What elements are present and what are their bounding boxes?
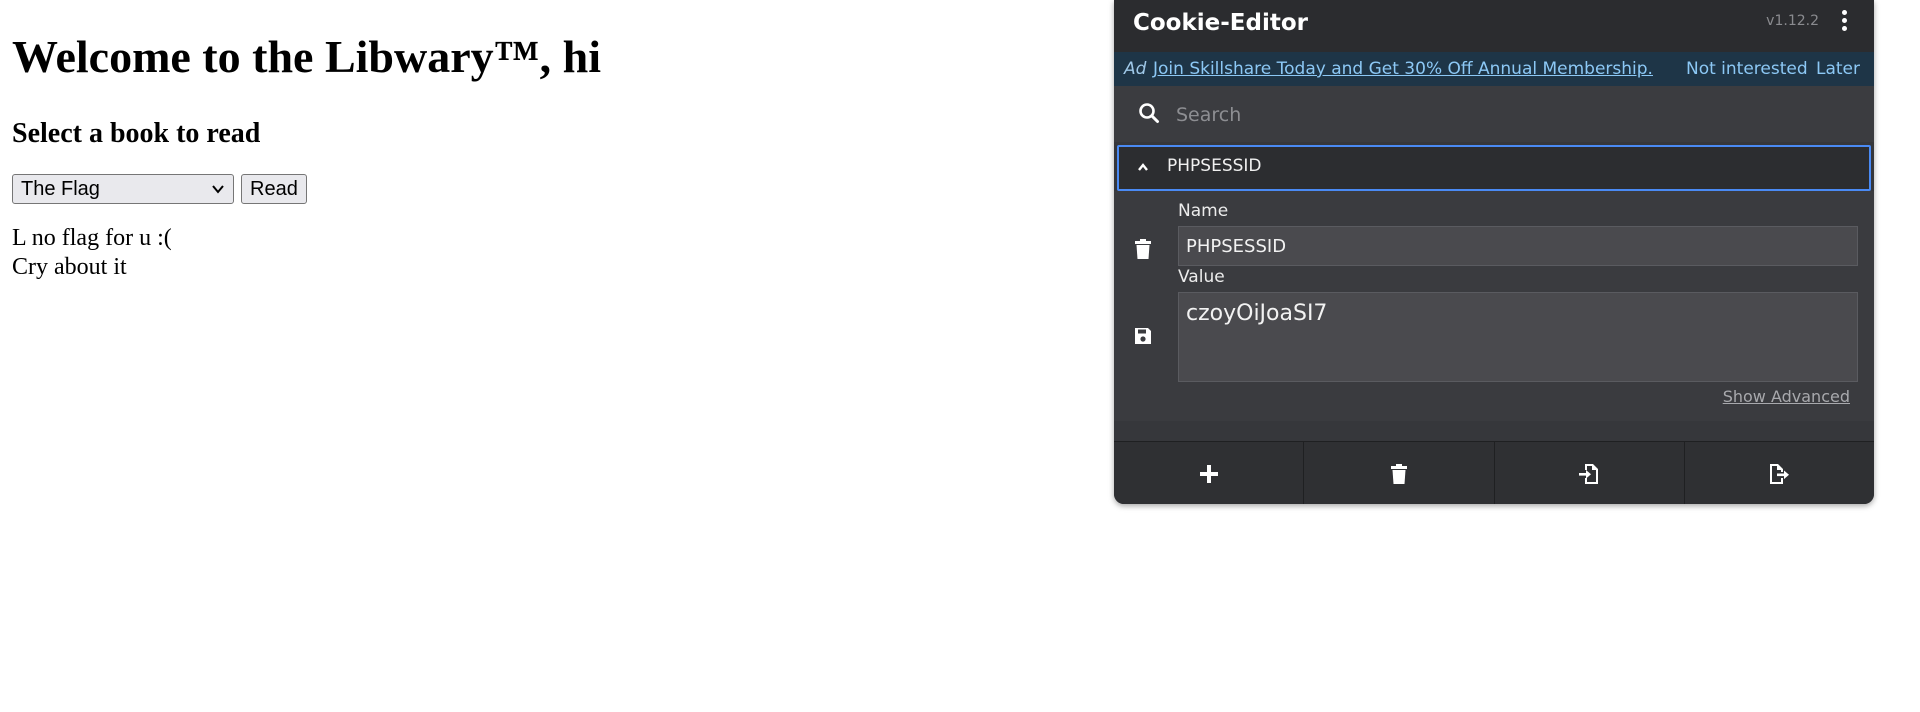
library-page: Welcome to the Libwary™, hi Select a boo… [12, 0, 1012, 282]
action-bar [1114, 441, 1874, 504]
cookie-editor-title: Cookie-Editor [1133, 10, 1309, 36]
ad-banner: Ad Join Skillshare Today and Get 30% Off… [1114, 52, 1874, 86]
page-subtitle: Select a book to read [12, 118, 261, 149]
cookie-name-field[interactable]: PHPSESSID [1178, 226, 1858, 266]
chevron-down-icon [212, 185, 224, 194]
value-label: Value [1178, 267, 1225, 287]
delete-all-icon [1390, 463, 1407, 484]
later-button[interactable]: Later [1816, 59, 1860, 79]
search-icon [1139, 103, 1159, 123]
delete-all-button[interactable] [1304, 442, 1495, 504]
cookie-details: Name PHPSESSID Value czoyOiJoaSI7 Show A… [1114, 191, 1874, 421]
import-icon [1579, 463, 1599, 484]
name-label: Name [1178, 201, 1229, 221]
add-icon [1199, 464, 1218, 483]
export-button[interactable] [1685, 442, 1874, 504]
cookie-header-phpsessid[interactable]: PHPSESSID [1117, 145, 1871, 191]
read-button[interactable]: Read [241, 174, 307, 204]
cookie-editor-panel: Cookie-Editor v1.12.2 Ad Join Skillshare… [1114, 0, 1874, 504]
trash-icon[interactable] [1132, 238, 1154, 260]
show-advanced-link[interactable]: Show Advanced [1723, 387, 1850, 406]
cookie-editor-header: Cookie-Editor v1.12.2 [1114, 0, 1874, 52]
export-icon [1770, 463, 1790, 484]
result-message: L no flag for u :( Cry about it [12, 224, 1012, 282]
import-button[interactable] [1495, 442, 1685, 504]
search-input[interactable] [1174, 98, 1858, 132]
save-icon[interactable] [1132, 325, 1154, 347]
search-bar [1114, 86, 1874, 142]
not-interested-button[interactable]: Not interested [1686, 59, 1808, 79]
book-select[interactable]: The Flag [12, 174, 234, 204]
ad-tag: Ad [1124, 59, 1147, 79]
message-line-2: Cry about it [12, 254, 127, 280]
cookie-header-name: PHPSESSID [1167, 156, 1262, 176]
book-select-value: The Flag [21, 177, 100, 200]
version-label: v1.12.2 [1766, 13, 1819, 29]
book-form: The Flag Read [12, 174, 1012, 204]
more-options-icon[interactable] [1842, 10, 1848, 34]
chevron-up-icon [1138, 163, 1148, 171]
page-title: Welcome to the Libwary™, hi [12, 31, 601, 82]
add-cookie-button[interactable] [1114, 442, 1305, 504]
message-line-1: L no flag for u :( [12, 225, 172, 251]
ad-link[interactable]: Join Skillshare Today and Get 30% Off An… [1153, 59, 1653, 79]
cookie-value-field[interactable]: czoyOiJoaSI7 [1178, 292, 1858, 382]
